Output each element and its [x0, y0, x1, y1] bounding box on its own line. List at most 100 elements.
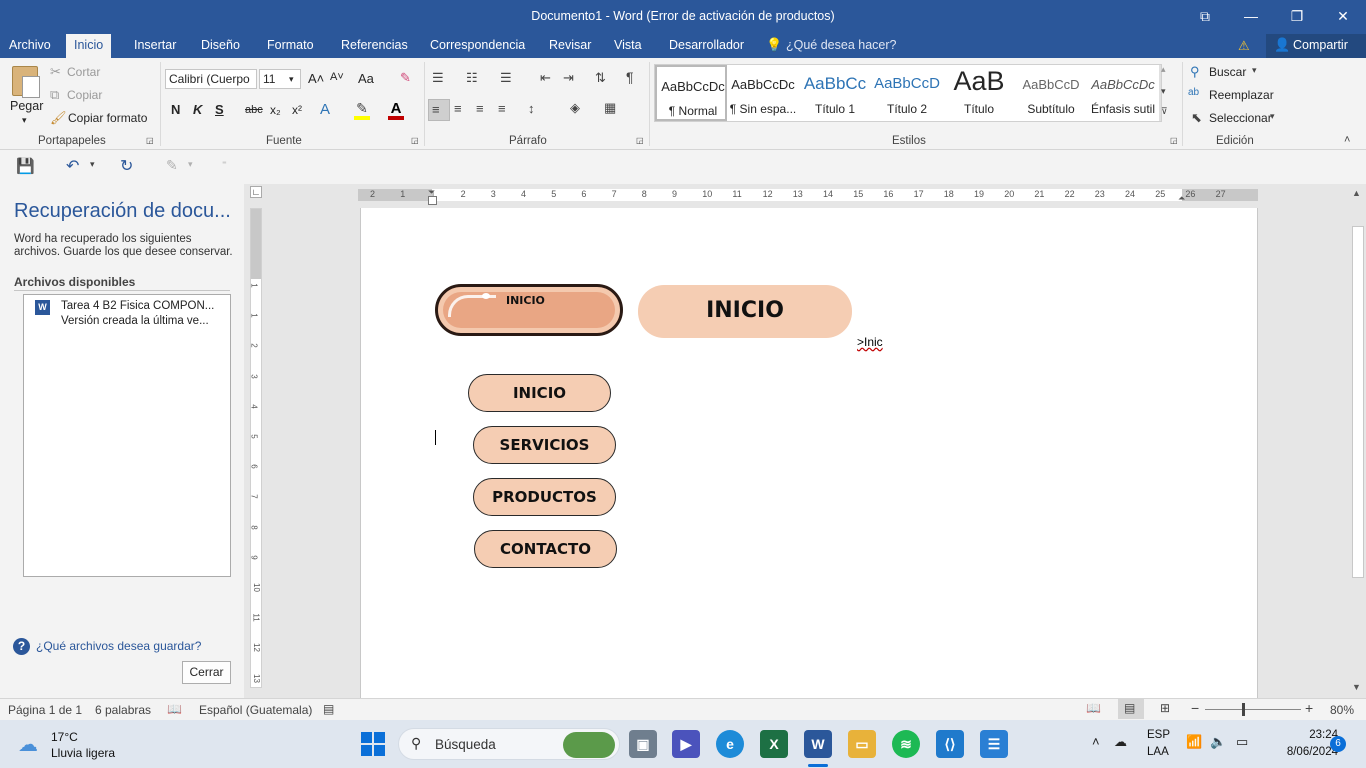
style-subtitle[interactable]: AaBbCcD Subtítulo	[1015, 65, 1087, 121]
zoom-in-icon[interactable]: +	[1305, 700, 1313, 716]
edge-icon[interactable]: e	[716, 730, 744, 758]
scroll-down-icon[interactable]: ▾	[1161, 86, 1166, 97]
brush-icon[interactable]: 🖌	[50, 110, 67, 126]
vertical-scrollbar[interactable]: ▲ ▼	[1350, 186, 1366, 698]
dialog-launcher-icon[interactable]: ◲	[146, 136, 154, 145]
task-view-icon[interactable]: ▣	[629, 730, 657, 758]
grow-font-button[interactable]: A˄	[308, 71, 324, 86]
style-no-spacing[interactable]: AaBbCcDc ¶ Sin espa...	[727, 65, 799, 121]
tab-referencias[interactable]: Referencias	[333, 34, 416, 58]
chevron-down-icon[interactable]: ▾	[188, 159, 193, 170]
document-page[interactable]: INICIO INICIO >Inic INICIO SERVICIOS PRO…	[360, 208, 1258, 698]
edit-icon[interactable]: ✎	[166, 157, 178, 174]
undo-icon[interactable]: ↶	[66, 156, 79, 176]
recovered-file-item[interactable]: W Tarea 4 B2 Fisica COMPON... Versión cr…	[24, 295, 230, 333]
excel-icon[interactable]: X	[760, 730, 788, 758]
scissors-icon[interactable]: ✂	[50, 64, 61, 80]
language-indicator[interactable]: Español (Guatemala)	[199, 703, 312, 717]
input-language[interactable]: ESP	[1147, 729, 1170, 741]
weather-temp[interactable]: 17°C	[51, 730, 78, 744]
align-right-icon[interactable]: ≡	[476, 101, 484, 116]
ribbon-display-options-icon[interactable]: ⧉	[1182, 0, 1228, 32]
copy-icon[interactable]: ⧉	[50, 87, 59, 103]
close-button[interactable]: ✕	[1320, 0, 1366, 32]
dialog-launcher-icon[interactable]: ◲	[1170, 136, 1178, 145]
share-button[interactable]: 👤 Compartir	[1266, 34, 1366, 58]
spotify-icon[interactable]: ≋	[892, 730, 920, 758]
menu-contacto-button[interactable]: CONTACTO	[474, 530, 617, 568]
increase-indent-icon[interactable]: ⇥	[563, 70, 574, 86]
bold-button[interactable]: N	[171, 102, 180, 117]
weather-condition[interactable]: Lluvia ligera	[51, 746, 115, 760]
italic-button[interactable]: K	[193, 102, 202, 117]
macro-icon[interactable]: ▤	[323, 702, 334, 716]
show-formatting-marks-icon[interactable]: ¶	[626, 69, 634, 85]
help-icon[interactable]: ?	[13, 638, 30, 655]
clock-date[interactable]: 8/06/2024	[1266, 746, 1338, 758]
scroll-up-icon[interactable]: ▲	[1352, 188, 1361, 198]
search-icon[interactable]: ⚲	[1190, 64, 1200, 80]
read-mode-icon[interactable]: 📖	[1086, 701, 1101, 715]
tab-correspondencia[interactable]: Correspondencia	[422, 34, 533, 58]
tab-formato[interactable]: Formato	[259, 34, 322, 58]
align-center-icon[interactable]: ≡	[454, 101, 462, 116]
replace-button[interactable]: Reemplazar	[1209, 88, 1274, 102]
menu-inicio-button[interactable]: INICIO	[468, 374, 611, 412]
tab-selector-icon[interactable]: ∟	[250, 186, 262, 198]
minimize-button[interactable]: —	[1228, 0, 1274, 32]
format-painter-button[interactable]: Copiar formato	[68, 111, 147, 125]
cursor-icon[interactable]: ⬉	[1191, 110, 1202, 126]
chevron-down-icon[interactable]: ▾	[1270, 111, 1275, 122]
scroll-up-icon[interactable]: ▴	[1161, 64, 1166, 75]
file-explorer-icon[interactable]: ▭	[848, 730, 876, 758]
teams-icon[interactable]: ▶	[672, 730, 700, 758]
close-recovery-button[interactable]: Cerrar	[182, 661, 231, 684]
page-count[interactable]: Página 1 de 1	[8, 703, 82, 717]
style-subtle-emphasis[interactable]: AaBbCcDc Énfasis sutil	[1087, 65, 1159, 121]
change-case-button[interactable]: Aa	[358, 71, 374, 86]
numbering-icon[interactable]: ☷	[466, 70, 478, 86]
find-button[interactable]: Buscar	[1209, 65, 1246, 79]
web-layout-icon[interactable]: ⊞	[1160, 701, 1170, 715]
scroll-down-icon[interactable]: ▼	[1352, 682, 1361, 692]
clear-formatting-icon[interactable]: ✎	[400, 70, 411, 86]
zoom-level[interactable]: 80%	[1330, 703, 1354, 717]
cut-button[interactable]: Cortar	[67, 65, 100, 79]
tab-archivo[interactable]: Archivo	[1, 34, 59, 58]
tab-insertar[interactable]: Insertar	[126, 34, 184, 58]
chevron-down-icon[interactable]: ▾	[90, 159, 95, 170]
weather-icon[interactable]: ☁	[18, 732, 44, 756]
multilevel-list-icon[interactable]: ☰	[500, 70, 512, 86]
chevron-down-icon[interactable]: ▾	[1252, 65, 1257, 76]
taskbar-search[interactable]: ⚲ Búsqueda	[398, 728, 620, 760]
notification-badge[interactable]: 6	[1330, 736, 1346, 752]
line-spacing-icon[interactable]: ↕	[528, 101, 535, 116]
input-layout[interactable]: LAA	[1147, 746, 1169, 758]
right-indent-icon[interactable]: ⏶	[1178, 193, 1185, 204]
tab-vista[interactable]: Vista	[606, 34, 650, 58]
menu-servicios-button[interactable]: SERVICIOS	[473, 426, 616, 464]
start-icon[interactable]	[361, 732, 385, 756]
subscript-button[interactable]: x₂	[270, 103, 281, 117]
tab-diseno[interactable]: Diseño	[193, 34, 248, 58]
network-tray-icon[interactable]: ☁	[1114, 734, 1127, 750]
dialog-launcher-icon[interactable]: ◲	[636, 136, 644, 145]
shading-icon[interactable]: ◈	[570, 100, 580, 116]
underline-button[interactable]: S	[215, 102, 224, 117]
left-indent-icon[interactable]	[428, 196, 437, 205]
superscript-button[interactable]: x²	[292, 103, 302, 117]
help-link[interactable]: ¿Qué archivos desea guardar?	[36, 639, 201, 653]
proofing-icon[interactable]: 📖	[167, 702, 182, 716]
align-left-button[interactable]: ≡	[428, 99, 450, 121]
decrease-indent-icon[interactable]: ⇤	[540, 70, 551, 86]
style-heading-2[interactable]: AaBbCcD Título 2	[871, 65, 943, 121]
more-styles-icon[interactable]: ⊽	[1161, 106, 1168, 117]
tab-desarrollador[interactable]: Desarrollador	[661, 34, 752, 58]
style-normal[interactable]: AaBbCcDc ¶ Normal	[655, 65, 727, 121]
print-layout-button[interactable]: ▤	[1118, 699, 1144, 719]
glossy-inicio-button-image[interactable]: INICIO	[435, 284, 623, 336]
maximize-button[interactable]: ❐	[1274, 0, 1320, 32]
bullets-icon[interactable]: ☰	[432, 70, 444, 86]
warning-icon[interactable]: ⚠	[1238, 38, 1250, 54]
style-title[interactable]: AaB Título	[943, 65, 1015, 121]
